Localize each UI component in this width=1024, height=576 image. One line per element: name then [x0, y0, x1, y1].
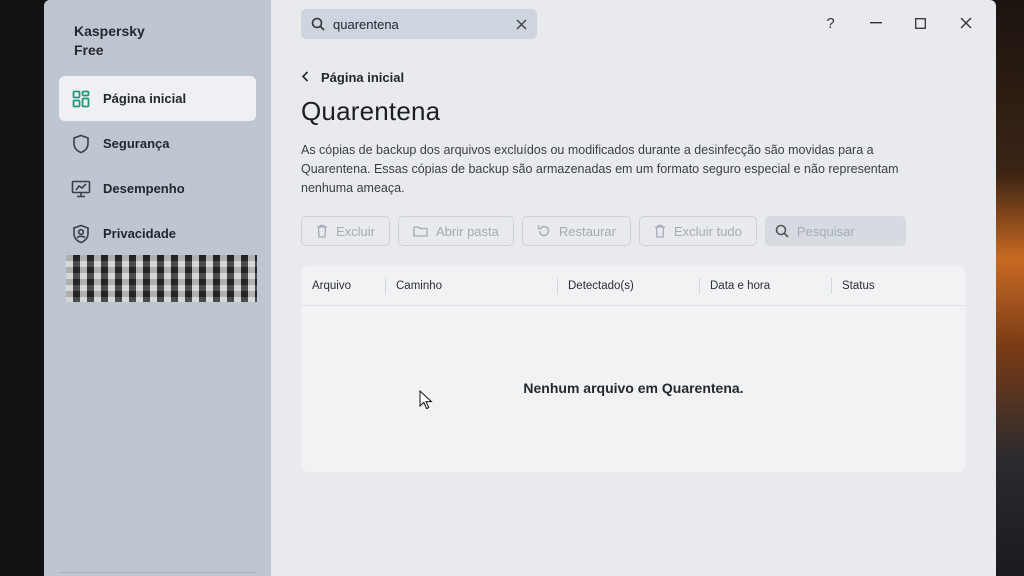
maximize-button[interactable]: [898, 10, 943, 36]
column-header-file[interactable]: Arquivo: [301, 266, 385, 306]
chevron-left-icon: [301, 70, 309, 85]
open-folder-button-label: Abrir pasta: [436, 223, 499, 239]
open-folder-button[interactable]: Abrir pasta: [398, 216, 514, 246]
sidebar: Kaspersky Free Página inicial Segurança …: [44, 0, 271, 576]
trash-icon: [316, 224, 328, 238]
search-input[interactable]: [333, 16, 516, 32]
home-grid-icon: [71, 89, 91, 109]
search-icon: [775, 224, 789, 238]
sidebar-item-security[interactable]: Segurança: [59, 121, 256, 166]
column-header-status[interactable]: Status: [831, 266, 966, 306]
main-content: ? Página inicial Quarentena As cópias de…: [271, 0, 996, 576]
sidebar-item-home[interactable]: Página inicial: [59, 76, 256, 121]
sidebar-item-label: Página inicial: [103, 91, 187, 106]
shield-icon: [71, 134, 91, 154]
window-controls: ?: [808, 10, 988, 36]
delete-button[interactable]: Excluir: [301, 216, 391, 246]
close-button[interactable]: [943, 10, 988, 36]
sidebar-item-label: Segurança: [103, 136, 170, 151]
quarantine-search-input[interactable]: [796, 223, 897, 239]
global-search[interactable]: [301, 9, 537, 39]
quarantine-table: Arquivo Caminho Detectado(s) Data e hora…: [301, 266, 966, 472]
restore-button[interactable]: Restaurar: [521, 216, 631, 246]
quarantine-search[interactable]: [764, 216, 906, 246]
page-description: As cópias de backup dos arquivos excluíd…: [301, 143, 899, 195]
trash-icon: [654, 224, 666, 238]
redacted-region: [66, 255, 257, 302]
delete-button-label: Excluir: [336, 223, 376, 239]
app-window: Kaspersky Free Página inicial Segurança …: [44, 0, 996, 576]
search-icon: [311, 17, 325, 31]
sidebar-divider: [59, 572, 256, 573]
monitor-gauge-icon: [71, 179, 91, 199]
restore-button-label: Restaurar: [558, 223, 616, 239]
minimize-button[interactable]: [853, 10, 898, 36]
delete-all-button[interactable]: Excluir tudo: [638, 216, 757, 246]
sidebar-item-performance[interactable]: Desempenho: [59, 166, 256, 211]
page-title: Quarentena: [301, 96, 441, 126]
sidebar-nav: Página inicial Segurança Desempenho Priv…: [59, 76, 256, 256]
column-header-detected[interactable]: Detectado(s): [557, 266, 699, 306]
table-header: Arquivo Caminho Detectado(s) Data e hora…: [301, 266, 966, 306]
clear-search-icon[interactable]: [516, 18, 527, 30]
desktop-background-right: [996, 0, 1024, 576]
restore-icon: [537, 224, 551, 238]
sidebar-item-privacy[interactable]: Privacidade: [59, 211, 256, 256]
mouse-cursor-icon: [419, 389, 433, 415]
column-header-path[interactable]: Caminho: [385, 266, 557, 306]
column-header-datetime[interactable]: Data e hora: [699, 266, 831, 306]
empty-state-message: Nenhum arquivo em Quarentena.: [523, 380, 744, 396]
sidebar-item-label: Desempenho: [103, 181, 185, 196]
desktop-background-left: [0, 0, 44, 576]
brand-name: Kaspersky Free: [74, 23, 145, 58]
quarantine-toolbar: Excluir Abrir pasta Restaurar Excluir tu…: [301, 216, 906, 246]
back-link[interactable]: Página inicial: [301, 70, 404, 85]
delete-all-button-label: Excluir tudo: [673, 223, 742, 239]
folder-icon: [413, 225, 428, 237]
privacy-shield-icon: [71, 224, 91, 244]
back-link-label: Página inicial: [321, 70, 405, 85]
help-button[interactable]: ?: [808, 10, 853, 36]
sidebar-item-label: Privacidade: [103, 226, 176, 241]
